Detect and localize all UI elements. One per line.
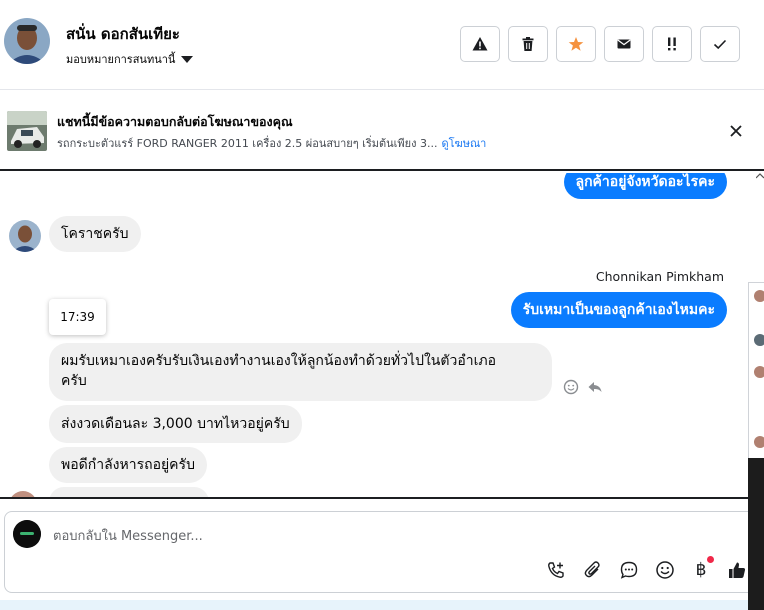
warning-icon xyxy=(472,37,488,51)
ad-banner-title: แชทนี้มีข้อความตอบกลับต่อโฆษณาของคุณ xyxy=(57,114,293,129)
star-button[interactable] xyxy=(556,26,596,62)
emoji-icon xyxy=(656,561,674,579)
reply-button[interactable] xyxy=(587,379,603,395)
notification-dot xyxy=(707,556,714,563)
contact-name[interactable]: สนั่น ดอกสันเทียะ xyxy=(66,22,180,46)
footer-strip xyxy=(0,600,764,610)
incoming-message[interactable]: ผมรับเหมาเองครับรับเงินเองทำงานเองให้ลูก… xyxy=(49,343,552,401)
message-thread[interactable]: ลูกค้าอยู่จังหวัดอะไรคะ โคราชครับ Chonni… xyxy=(0,173,748,498)
ad-description: รถกระบะตัวแรร์ FORD RANGER 2011 เครื่อง … xyxy=(57,134,486,152)
like-button[interactable] xyxy=(726,559,748,581)
incoming-message[interactable]: โคราชครับ xyxy=(49,216,141,252)
side-avatar xyxy=(754,290,764,302)
mark-unread-button[interactable] xyxy=(604,26,644,62)
trash-icon xyxy=(522,37,534,51)
timestamp-tooltip: 17:39 xyxy=(49,299,106,335)
scroll-arrow-icon[interactable] xyxy=(755,172,764,188)
assign-conversation-dropdown[interactable]: มอบหมายการสนทนานี้ xyxy=(66,50,194,68)
done-button[interactable] xyxy=(700,26,740,62)
view-ad-link[interactable]: ดูโฆษณา xyxy=(442,137,487,150)
message-line: ครับ xyxy=(61,373,87,389)
call-add-icon xyxy=(548,562,564,578)
emoji-button[interactable] xyxy=(654,559,676,581)
outgoing-message[interactable]: รับเหมาเป็นของลูกค้าเองไหมคะ xyxy=(510,292,727,328)
side-thumbnail xyxy=(754,334,764,346)
attach-button[interactable] xyxy=(582,559,604,581)
assign-label: มอบหมายการสนทนานี้ xyxy=(66,53,176,66)
sender-name: Chonnikan Pimkham xyxy=(595,269,724,284)
side-avatar xyxy=(754,366,764,378)
messenger-inbox-page: สนั่น ดอกสันเทียะ มอบหมายการสนทนานี้ แชท… xyxy=(0,0,764,610)
ad-description-text: รถกระบะตัวแรร์ FORD RANGER 2011 เครื่อง … xyxy=(57,137,438,150)
delete-button[interactable] xyxy=(508,26,548,62)
thread-divider xyxy=(0,497,748,499)
saved-reply-icon xyxy=(620,561,638,579)
caret-down-icon xyxy=(181,55,194,63)
add-call-button[interactable] xyxy=(545,559,567,581)
payment-icon: ฿ xyxy=(695,560,707,580)
saved-reply-button[interactable] xyxy=(618,559,640,581)
close-banner-button[interactable] xyxy=(727,122,745,140)
message-line: ผมรับเหมาเองครับรับเงินเองทำงานเองให้ลูก… xyxy=(61,353,497,369)
incoming-message[interactable]: ส่งงวดเดือนละ 3,000 บาทไหวอยู่ครับ xyxy=(49,405,302,443)
conversation-header: สนั่น ดอกสันเทียะ มอบหมายการสนทนานี้ xyxy=(0,0,764,90)
react-button[interactable] xyxy=(563,379,579,395)
reply-input[interactable] xyxy=(53,526,693,546)
thumbs-up-icon xyxy=(729,562,746,578)
envelope-icon xyxy=(617,39,631,49)
star-icon xyxy=(568,37,584,51)
outgoing-message[interactable]: ลูกค้าอยู่จังหวัดอะไรคะ xyxy=(563,173,727,199)
contact-small-avatar xyxy=(9,220,41,252)
reply-composer xyxy=(4,511,756,593)
incoming-message[interactable]: พอดีกำลังหารถอยู่ครับ xyxy=(49,447,207,483)
attachment-icon xyxy=(584,561,600,578)
report-button[interactable] xyxy=(460,26,500,62)
ad-reply-banner: แชทนี้มีข้อความตอบกลับต่อโฆษณาของคุณ รถก… xyxy=(0,91,764,171)
contact-avatar[interactable] xyxy=(4,18,50,64)
smiley-icon xyxy=(563,379,579,395)
check-icon xyxy=(713,39,727,50)
close-icon xyxy=(730,125,742,137)
reply-icon xyxy=(588,382,602,392)
message-actions xyxy=(563,379,603,395)
follow-up-icon xyxy=(668,37,676,51)
page-avatar xyxy=(13,520,41,548)
side-avatar xyxy=(754,436,764,448)
ad-thumbnail[interactable] xyxy=(7,111,47,151)
side-dark-panel xyxy=(748,458,764,610)
follow-up-button[interactable] xyxy=(652,26,692,62)
